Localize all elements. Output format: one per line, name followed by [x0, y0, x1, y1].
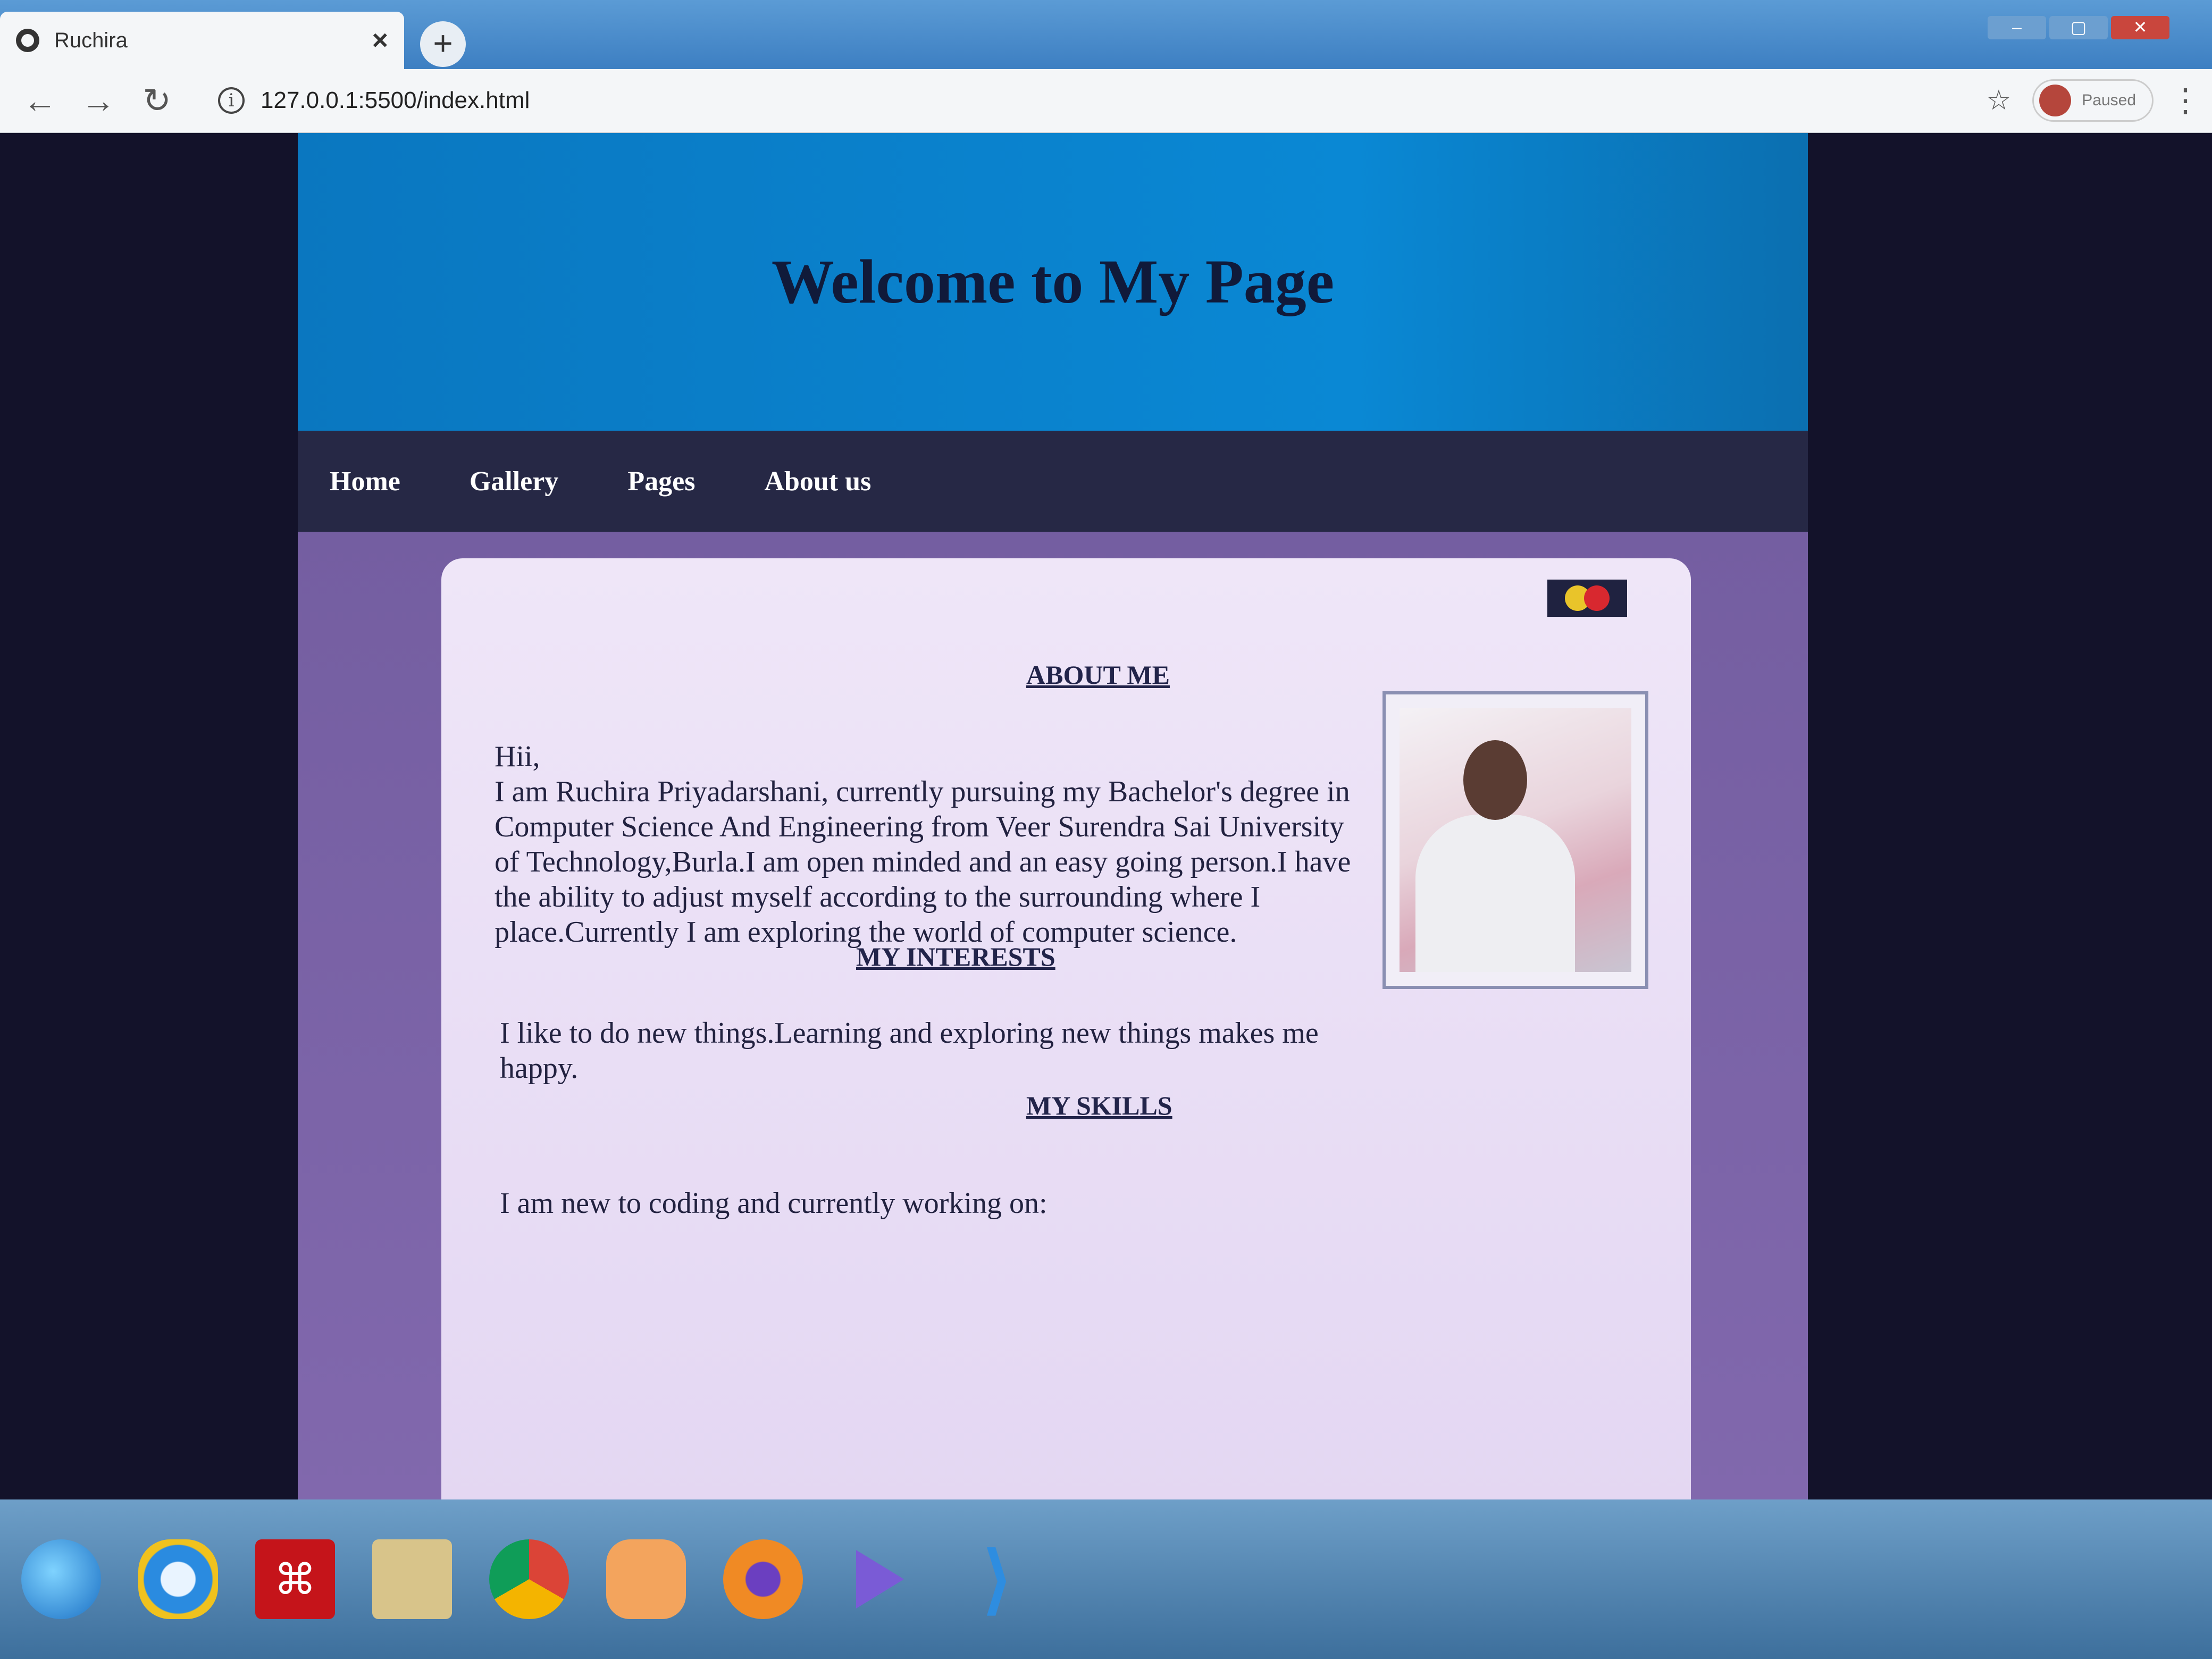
bookmark-star-icon[interactable]: ☆	[1987, 85, 2012, 116]
profile-button[interactable]: Paused	[2032, 79, 2154, 122]
tab-title: Ruchira	[54, 28, 128, 52]
browser-toolbar: ← → ↻ i 127.0.0.1:5500/index.html ☆ Paus…	[0, 69, 2212, 133]
skills-heading: MY SKILLS	[1026, 1091, 1172, 1120]
back-arrow-icon[interactable]: ←	[11, 81, 69, 120]
nav-link-home[interactable]: Home	[330, 466, 400, 497]
nav-link-pages[interactable]: Pages	[627, 466, 695, 497]
site-nav: Home Gallery Pages About us	[298, 431, 1808, 532]
about-heading: ABOUT ME	[1026, 660, 1170, 690]
internet-explorer-icon[interactable]	[138, 1539, 218, 1619]
moon-icon[interactable]	[1547, 580, 1627, 617]
windows-start-icon[interactable]	[21, 1539, 101, 1619]
menu-kebab-icon[interactable]: ⋮	[2169, 82, 2201, 119]
firefox-icon[interactable]	[723, 1539, 803, 1619]
play-icon[interactable]	[840, 1539, 920, 1619]
profile-status: Paused	[2082, 91, 2136, 109]
window-controls: – ▢ ✕	[1988, 16, 2169, 39]
about-paragraph: Hii, I am Ruchira Priyadarshani, current…	[495, 739, 1367, 950]
avatar	[2039, 85, 2072, 116]
page-viewport: Welcome to My Page Home Gallery Pages Ab…	[0, 133, 2212, 1499]
media-player-icon[interactable]	[606, 1539, 686, 1619]
info-icon[interactable]: i	[218, 87, 245, 114]
browser-tab-bar: Ruchira × + – ▢ ✕	[0, 0, 2212, 69]
tab-close-button[interactable]: ×	[372, 24, 388, 56]
address-bar[interactable]: i 127.0.0.1:5500/index.html	[202, 77, 1957, 124]
site-header: Welcome to My Page	[298, 133, 1808, 431]
skills-text: I am new to coding and currently working…	[500, 1187, 1048, 1220]
interests-heading: MY INTERESTS	[856, 942, 1055, 971]
photo-figure-body	[1415, 815, 1575, 972]
greeting-text: Hii,	[495, 740, 540, 773]
sun-shape	[1584, 585, 1610, 611]
about-card: ABOUT ME Hii, I am Ruchira Priyadarshani…	[441, 558, 1691, 1499]
forward-arrow-icon[interactable]: →	[69, 81, 128, 120]
profile-photo-frame	[1382, 691, 1648, 989]
about-text: I am Ruchira Priyadarshani, currently pu…	[495, 775, 1351, 949]
os-taskbar: ⌘ ⟩	[0, 1499, 2212, 1659]
maximize-button[interactable]: ▢	[2049, 16, 2108, 39]
new-tab-button[interactable]: +	[420, 21, 466, 67]
globe-icon	[16, 29, 39, 52]
chrome-icon[interactable]	[489, 1539, 569, 1619]
interests-text: I like to do new things.Learning and exp…	[500, 1017, 1319, 1085]
vscode-icon[interactable]: ⟩	[957, 1537, 1037, 1621]
folder-icon[interactable]	[372, 1539, 452, 1619]
acrobat-icon[interactable]: ⌘	[255, 1539, 335, 1619]
nav-link-about-us[interactable]: About us	[764, 466, 871, 497]
browser-tab[interactable]: Ruchira ×	[0, 12, 404, 69]
minimize-button[interactable]: –	[1988, 16, 2046, 39]
window-close-button[interactable]: ✕	[2111, 16, 2169, 39]
photo-figure-head	[1463, 740, 1527, 820]
url-text[interactable]: 127.0.0.1:5500/index.html	[261, 87, 530, 114]
reload-icon[interactable]: ↻	[128, 81, 186, 121]
page-title: Welcome to My Page	[771, 247, 1335, 316]
nav-link-gallery[interactable]: Gallery	[470, 466, 559, 497]
profile-photo	[1400, 708, 1631, 972]
